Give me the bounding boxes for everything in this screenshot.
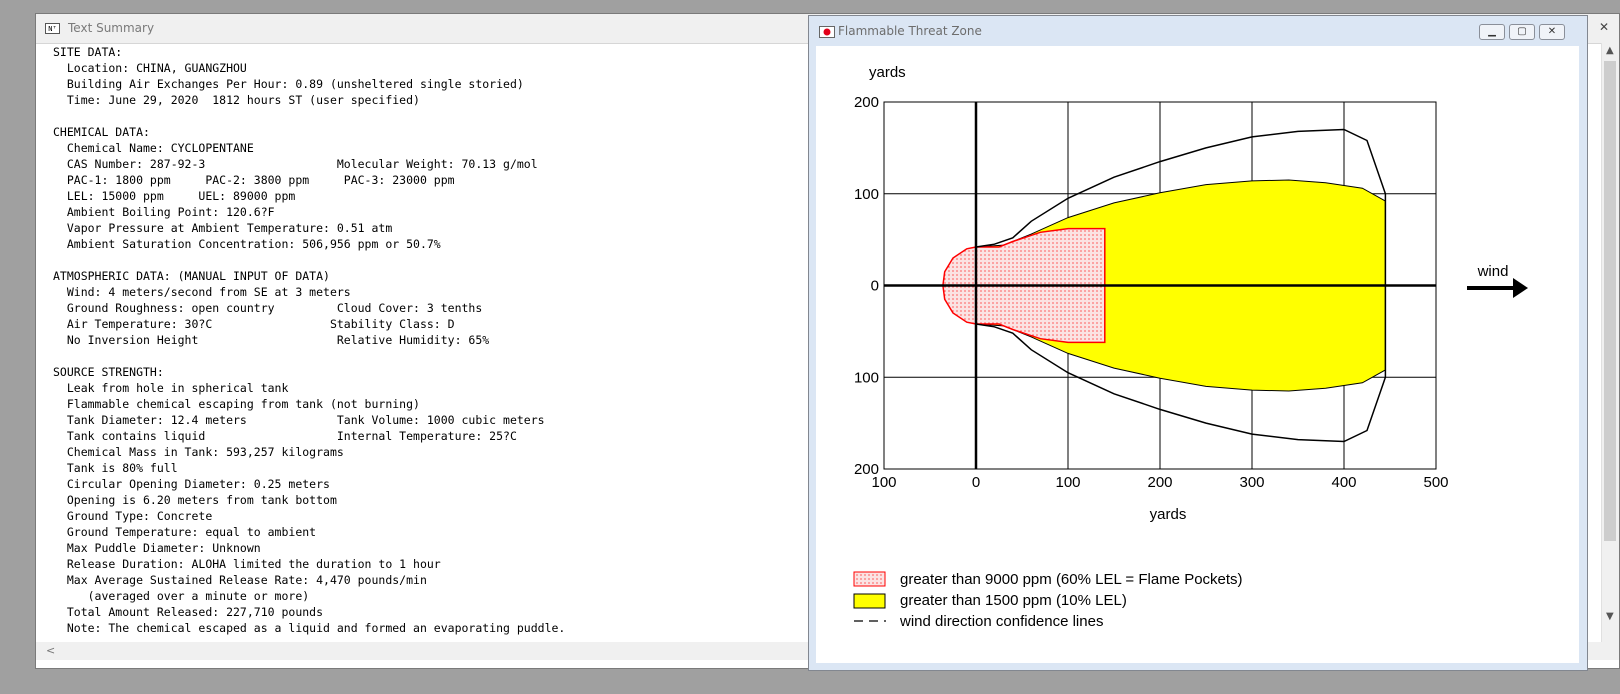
scroll-up-icon[interactable]: ▲	[1606, 45, 1614, 56]
y-tick-label: 200	[854, 461, 879, 478]
close-icon[interactable]: ✕	[1599, 20, 1609, 34]
threat-zone-plot-area: 100 0 100 200 300 400 500 200 100 0 100 200 yards y…	[816, 46, 1579, 663]
legend-label-confidence-lines: wind direction confidence lines	[899, 613, 1103, 630]
x-tick-label: 0	[972, 474, 980, 491]
close-button[interactable]: ✕	[1539, 24, 1565, 40]
x-tick-label: 500	[1423, 474, 1448, 491]
text-summary-app-icon: Nᵀ	[45, 23, 60, 34]
x-tick-label: 200	[1147, 474, 1172, 491]
x-tick-label: 400	[1331, 474, 1356, 491]
threat-zone-titlebar[interactable]: Flammable Threat Zone ▁ ▢ ✕	[809, 16, 1587, 44]
threat-zone-chart: 100 0 100 200 300 400 5002001000100200 yards y…	[853, 64, 1528, 630]
wind-indicator: wind	[1467, 263, 1528, 298]
x-tick-label: 100	[1055, 474, 1080, 491]
x-tick-label: 300	[1239, 474, 1264, 491]
legend: greater than 9000 ppm (60% LEL = Flame P…	[853, 571, 1243, 630]
x-axis-label: yards	[1150, 506, 1187, 523]
maximize-button[interactable]: ▢	[1509, 24, 1535, 40]
text-summary-body: SITE DATA: Location: CHINA, GUANGZHOU Bu…	[53, 45, 566, 635]
text-summary-title: Text Summary	[68, 21, 155, 35]
legend-swatch-10-lel	[853, 593, 886, 609]
threat-zone-app-icon	[819, 26, 835, 38]
vertical-scrollbar[interactable]: ▲ ▼	[1601, 43, 1619, 642]
wind-label: wind	[1477, 263, 1509, 280]
y-tick-label: 200	[854, 94, 879, 111]
flammable-threat-zone-window[interactable]: Flammable Threat Zone ▁ ▢ ✕ 100 0 100 200 30…	[808, 15, 1588, 671]
scroll-left-icon[interactable]: <	[46, 644, 55, 657]
y-tick-label: 100	[854, 186, 879, 203]
legend-label-flame-pockets: greater than 9000 ppm (60% LEL = Flame P…	[900, 571, 1243, 588]
scroll-down-icon[interactable]: ▼	[1606, 611, 1614, 622]
y-axis-label: yards	[869, 64, 906, 81]
y-tick-label: 0	[871, 278, 879, 295]
legend-swatch-flame-pockets	[853, 571, 886, 587]
legend-label-10-lel: greater than 1500 ppm (10% LEL)	[900, 592, 1127, 609]
scroll-thumb[interactable]	[1604, 61, 1616, 541]
minimize-button[interactable]: ▁	[1479, 24, 1505, 40]
wind-arrow-head	[1513, 278, 1528, 298]
threat-zone-title: Flammable Threat Zone	[838, 24, 982, 38]
y-tick-label: 100	[854, 369, 879, 386]
